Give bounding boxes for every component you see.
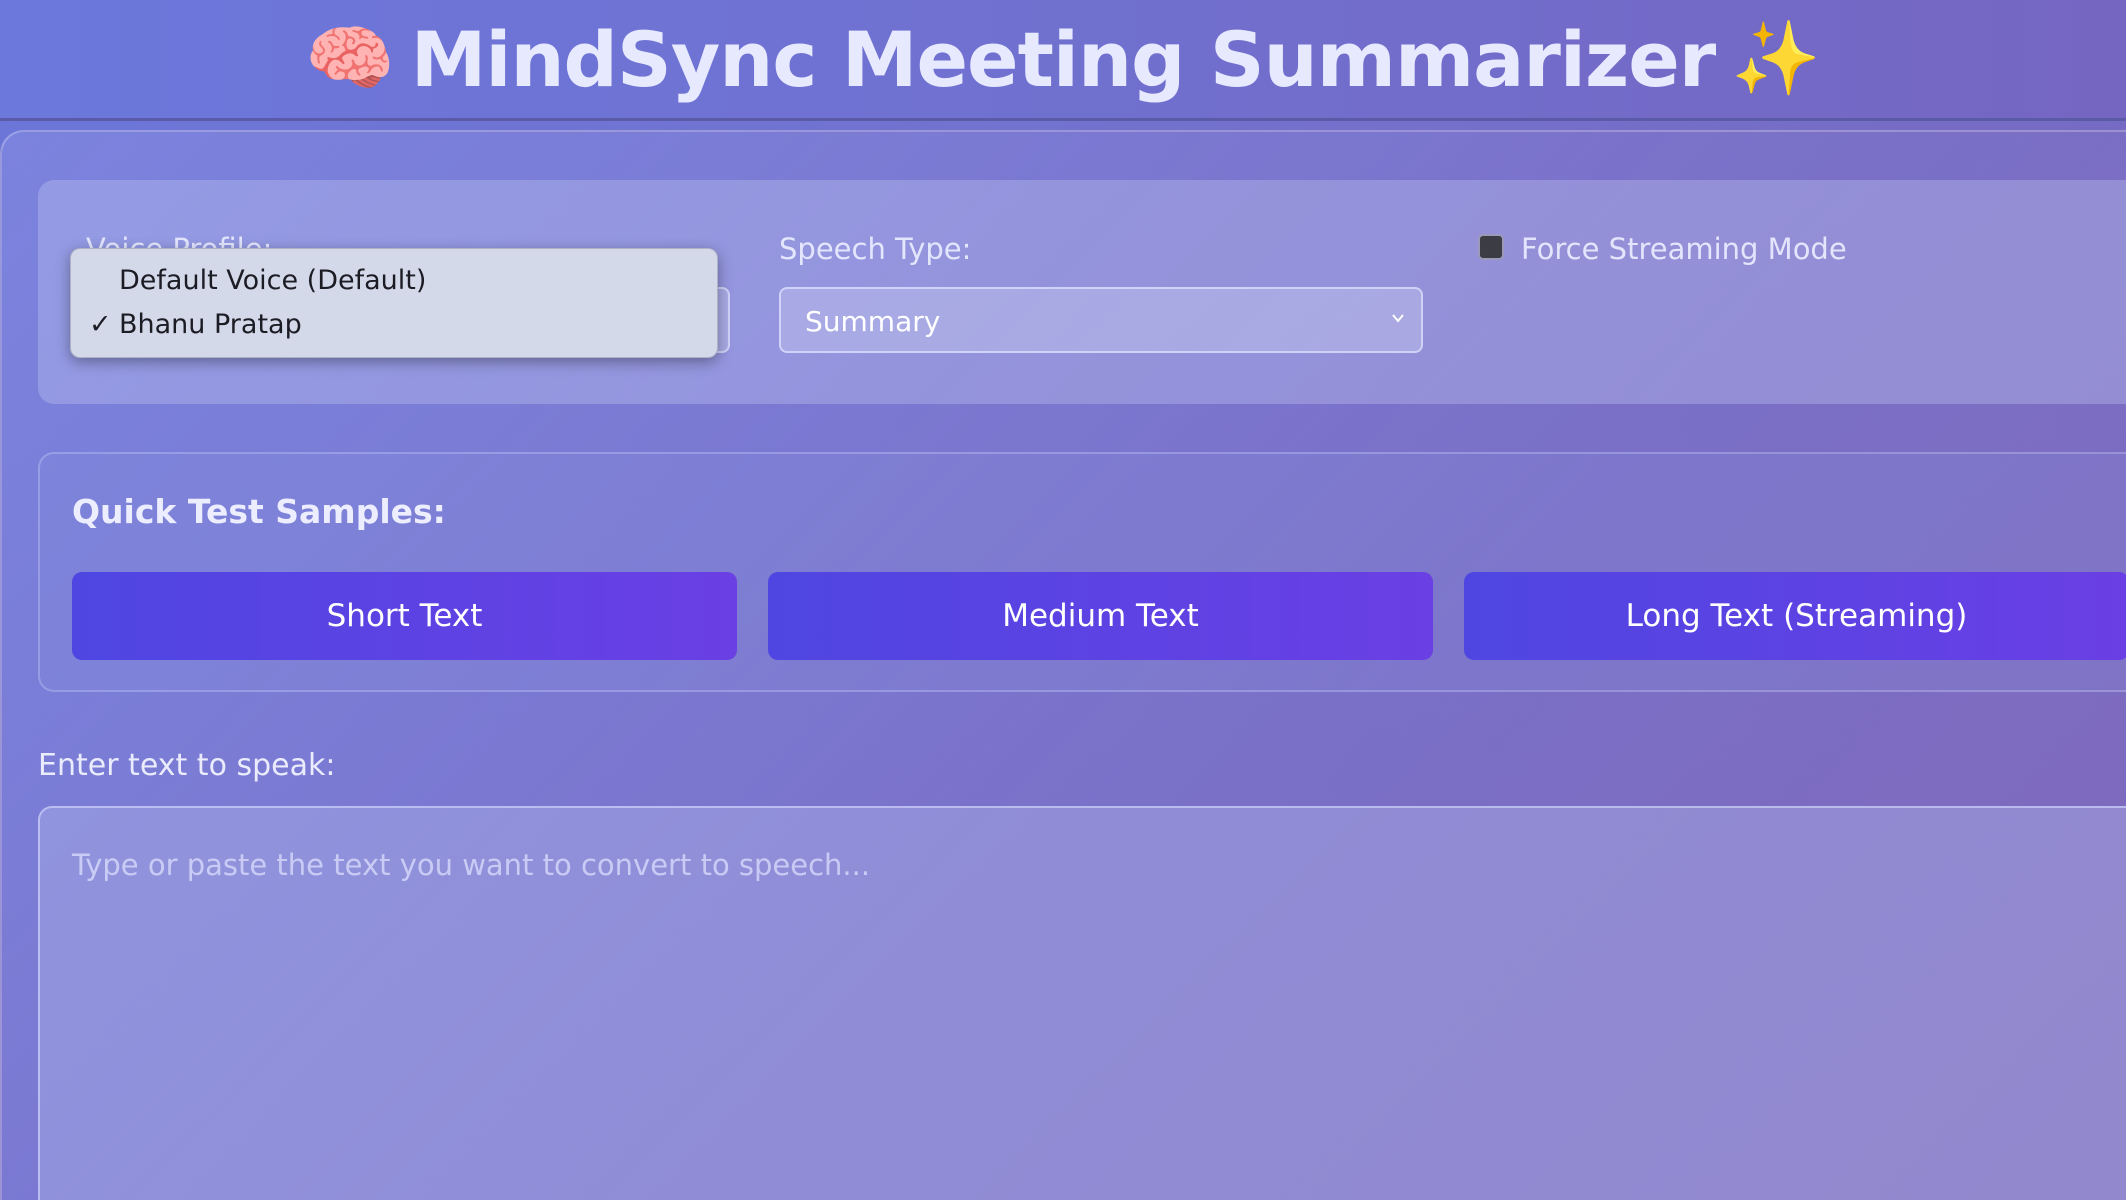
text-input-label: Enter text to speak: (38, 748, 336, 783)
samples-title: Quick Test Samples: (72, 492, 446, 531)
brain-icon: 🧠 (305, 19, 395, 99)
medium-text-button[interactable]: Medium Text (768, 572, 1433, 660)
text-input[interactable] (38, 806, 2126, 1200)
speech-type-value: Summary (805, 305, 941, 338)
speech-type-label: Speech Type: (779, 232, 972, 266)
sparkles-icon: ✨ (1731, 19, 1821, 99)
voice-option-bhanu[interactable]: Bhanu Pratap (119, 309, 302, 340)
page-title: MindSync Meeting Summarizer (410, 14, 1716, 104)
voice-profile-dropdown: Default Voice (Default) ✓ Bhanu Pratap (70, 248, 718, 358)
voice-option-default[interactable]: Default Voice (Default) (119, 265, 426, 296)
short-text-button[interactable]: Short Text (72, 572, 737, 660)
force-streaming-checkbox[interactable] (1478, 234, 1504, 260)
checkmark-icon: ✓ (89, 309, 112, 339)
app-header: 🧠 MindSync Meeting Summarizer ✨ (0, 0, 2126, 121)
force-streaming-label[interactable]: Force Streaming Mode (1521, 232, 1847, 266)
chevron-down-icon (1392, 314, 1404, 323)
title-wrap: 🧠 MindSync Meeting Summarizer ✨ (305, 15, 1821, 104)
speech-type-select[interactable]: Summary (779, 287, 1423, 353)
long-text-button[interactable]: Long Text (Streaming) (1464, 572, 2126, 660)
